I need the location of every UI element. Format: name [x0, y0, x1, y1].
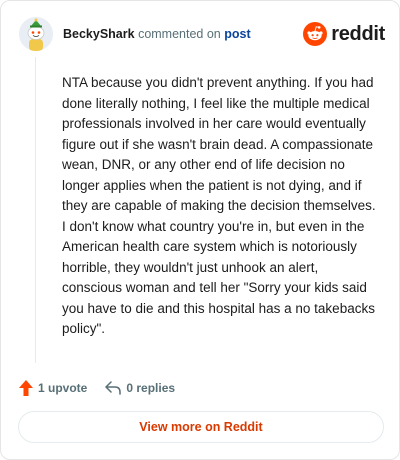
upvote-count: 1 upvote	[38, 381, 88, 395]
upvote-arrow-icon	[19, 380, 33, 396]
reply-button[interactable]: 0 replies	[105, 381, 175, 395]
upvote-button[interactable]: 1 upvote	[19, 380, 87, 396]
user-avatar[interactable]	[19, 17, 53, 51]
view-more-button[interactable]: View more on Reddit	[18, 411, 384, 443]
comment-header: BeckyShark commented on post reddit	[19, 17, 385, 51]
thread-line	[35, 57, 36, 363]
brand-wordmark: reddit	[331, 22, 385, 45]
reply-arrow-icon	[105, 381, 122, 395]
reply-count: 0 replies	[126, 381, 176, 395]
reddit-logo-icon	[303, 22, 328, 46]
action-text: commented on	[138, 27, 221, 41]
snoo-avatar-icon	[19, 17, 53, 51]
comment-meta: BeckyShark commented on post	[63, 26, 251, 42]
comment-actions: 1 upvote 0 replies	[19, 378, 193, 398]
reddit-brand[interactable]: reddit	[303, 21, 385, 47]
post-link[interactable]: post	[224, 27, 250, 41]
author-name[interactable]: BeckyShark	[63, 27, 135, 41]
comment-body: NTA because you didn't prevent anything.…	[62, 75, 376, 336]
embedded-comment-card: BeckyShark commented on post reddit NTA …	[0, 0, 400, 460]
